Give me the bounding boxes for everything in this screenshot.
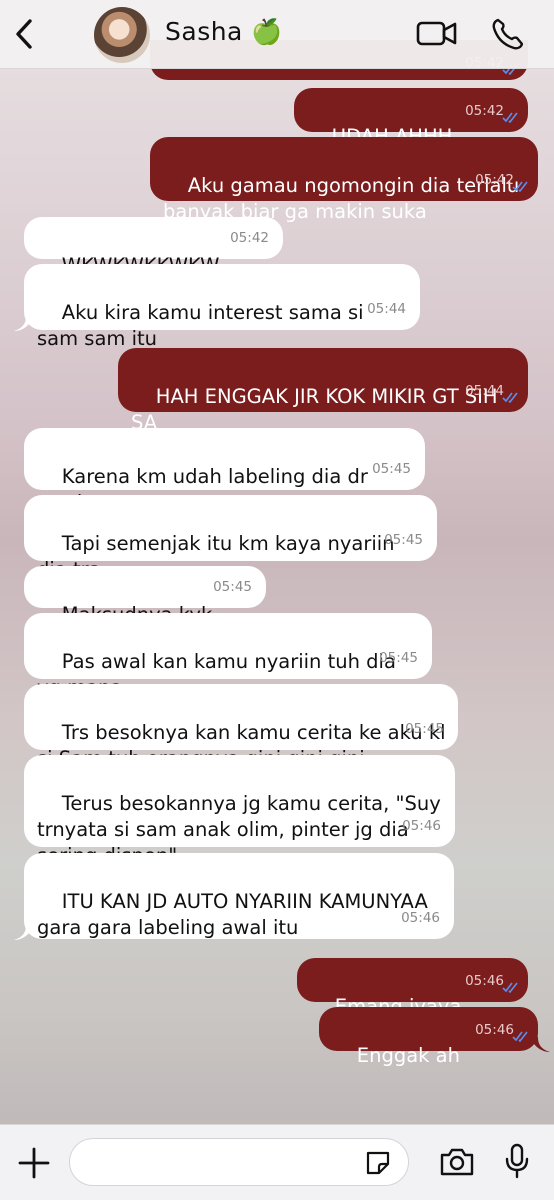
- chat-area[interactable]: 05:42 UDAH AHHH 05:42 Aku gamau ngomongi…: [0, 0, 554, 1124]
- camera-icon[interactable]: [439, 1147, 475, 1177]
- message-bubble[interactable]: Tapi semenjak itu km kaya nyariin dia tr…: [24, 495, 437, 581]
- message-text: HAH ENGGAK JIR KOK MIKIR GT SIH SA: [131, 385, 504, 434]
- message-time: 05:44: [465, 383, 504, 399]
- message-bubble[interactable]: WKWKWKKWKW 05:42: [24, 217, 283, 277]
- sticker-icon[interactable]: [364, 1149, 392, 1177]
- composer-bar: [0, 1124, 554, 1200]
- message-time: 05:45: [379, 650, 418, 666]
- read-receipt-icon: [502, 392, 518, 403]
- message-input[interactable]: [69, 1138, 409, 1186]
- message-bubble[interactable]: Emang iyaya 05:46: [297, 958, 528, 1018]
- bubble-tail: [14, 316, 34, 331]
- message-bubble[interactable]: Aku kira kamu interest sama si sam sam i…: [24, 264, 420, 350]
- message-bubble[interactable]: Enggak ah 05:46: [319, 1007, 538, 1067]
- plus-icon[interactable]: [17, 1146, 51, 1180]
- read-receipt-icon: [512, 1031, 528, 1042]
- message-time: 05:42: [230, 230, 269, 246]
- message-bubble[interactable]: Trs besoknya kan kamu cerita ke aku kl s…: [24, 684, 458, 770]
- read-receipt-icon: [502, 112, 518, 123]
- chat-header: Sasha 🍏: [0, 0, 554, 69]
- message-time: 05:45: [213, 579, 252, 595]
- back-chevron-icon[interactable]: [10, 14, 40, 54]
- video-call-icon[interactable]: [416, 16, 458, 50]
- message-text: Aku kira kamu interest sama si sam sam i…: [37, 301, 370, 350]
- message-time: 05:46: [402, 818, 441, 834]
- message-text: Aku gamau ngomongin dia terlalu banyak b…: [163, 174, 526, 223]
- bubble-tail: [14, 925, 34, 940]
- message-bubble[interactable]: Terus besokannya jg kamu cerita, "Suy tr…: [24, 755, 455, 867]
- message-time: 05:44: [367, 301, 406, 317]
- message-bubble[interactable]: ITU KAN JD AUTO NYARIIN KAMUNYAA gara ga…: [24, 853, 454, 939]
- message-text: ITU KAN JD AUTO NYARIIN KAMUNYAA gara ga…: [37, 890, 434, 939]
- message-time: 05:42: [465, 103, 504, 119]
- message-time: 05:42: [475, 172, 514, 188]
- microphone-icon[interactable]: [504, 1143, 530, 1179]
- message-time: 05:45: [405, 721, 444, 737]
- bubble-tail: [530, 1037, 550, 1052]
- message-bubble[interactable]: HAH ENGGAK JIR KOK MIKIR GT SIH SA 05:44: [118, 348, 528, 434]
- message-time: 05:46: [475, 1022, 514, 1038]
- phone-icon[interactable]: [491, 16, 523, 52]
- message-bubble[interactable]: Aku gamau ngomongin dia terlalu banyak b…: [150, 137, 538, 223]
- message-bubble[interactable]: Maksudnya kyk 05:45: [24, 566, 266, 626]
- message-text: Enggak ah: [356, 1044, 460, 1067]
- read-receipt-icon: [502, 982, 518, 993]
- message-time: 05:45: [384, 532, 423, 548]
- message-time: 05:46: [465, 973, 504, 989]
- message-bubble[interactable]: UDAH AHHH 05:42: [294, 88, 528, 148]
- message-time: 05:45: [372, 461, 411, 477]
- message-bubble[interactable]: Pas awal kan kamu nyariin tuh dia yg man…: [24, 613, 432, 699]
- message-time: 05:46: [401, 910, 440, 926]
- contact-name[interactable]: Sasha 🍏: [165, 17, 283, 47]
- read-receipt-icon: [512, 181, 528, 192]
- message-bubble[interactable]: Karena km udah labeling dia dr awal 05:4…: [24, 428, 425, 514]
- avatar[interactable]: [94, 7, 150, 63]
